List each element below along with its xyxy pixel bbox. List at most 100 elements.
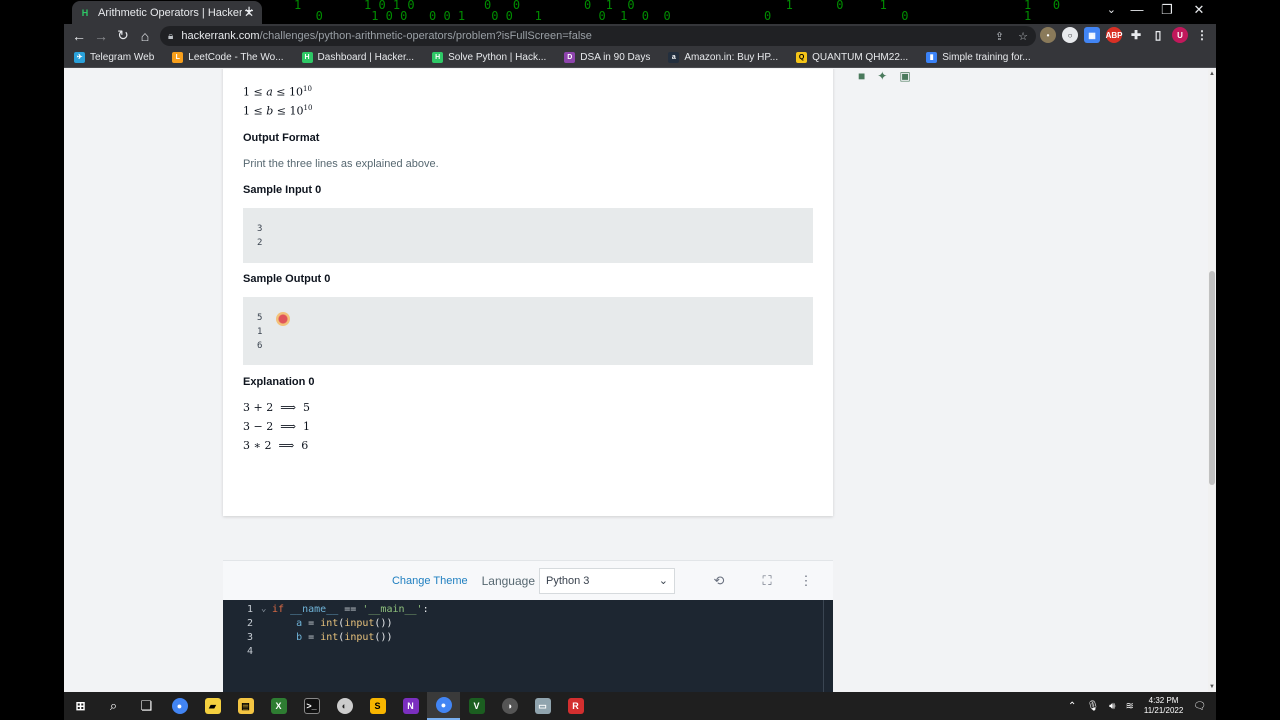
excel-icon: X [270,698,287,714]
linkedin-icon[interactable]: ▣ [899,69,910,83]
share-links: ■ ✦ ▣ [858,69,911,83]
language-label: Language [481,573,535,588]
clock[interactable]: 4:32 PM 11/21/2022 [1144,696,1183,716]
app-icon: ◐ [336,698,353,714]
menu-kebab-icon[interactable]: ⋮ [1194,27,1210,43]
start-button[interactable]: ⊞ [64,692,97,720]
sample-input-block: 3 2 [243,208,813,263]
problem-card: 1 ≤ a ≤ 1010 1 ≤ b ≤ 1010 Output Format … [223,69,833,516]
adblock-icon[interactable]: ABP [1106,27,1122,43]
microphone-icon[interactable]: 🎙︎ [1086,701,1099,712]
reload-icon[interactable]: ↻ [112,27,134,44]
taskbar-app[interactable]: R [559,692,592,720]
letterbox-left [0,0,64,720]
sidepanel-icon[interactable]: ▯ [1150,27,1166,43]
language-select[interactable]: Python 3 ⌄ [539,567,675,594]
avatar[interactable]: U [1172,27,1188,43]
close-window-button[interactable]: ✕ [1184,2,1214,18]
extension-icon[interactable]: ○ [1062,27,1078,43]
maximize-button[interactable]: ❐ [1152,2,1182,18]
bookmark-item[interactable]: ▮ Simple training for... [926,51,1031,63]
matrix-wallpaper: 1 0 1 0 1 0 0 0 0 1 [364,0,466,23]
extension-icon[interactable]: ▦ [1084,27,1100,43]
scrollbar-thumb[interactable] [1209,271,1215,485]
extensions-area: • ○ ▦ ABP ✚ ▯ U ⋮ [1040,27,1210,43]
language-value: Python 3 [546,574,590,587]
new-tab-button[interactable]: + [240,3,258,21]
taskbar-app[interactable]: ▭ [526,692,559,720]
taskbar-app[interactable]: S [361,692,394,720]
volume-icon[interactable]: 🔊︎ [1109,701,1115,712]
bookmark-icon: H [432,51,444,63]
more-options-icon[interactable]: ⋮ [791,573,821,589]
address-bar[interactable]: 🔒︎ hackerrank.com /challenges/python-ari… [160,26,1036,46]
history-icon[interactable]: ⟲ [695,573,743,589]
scroll-down-arrow-icon[interactable]: ▼ [1208,684,1216,690]
scroll-up-arrow-icon[interactable]: ▲ [1208,71,1216,77]
code-editor[interactable]: 1 ⌄ if __name__ == '__main__': 2 a = int… [223,600,833,692]
chrome-icon: ● [435,697,452,713]
bookmark-item[interactable]: a Amazon.in: Buy HP... [668,51,778,63]
clock-time: 4:32 PM [1148,696,1179,705]
bookmark-icon: ▮ [926,51,938,63]
page-scrollbar[interactable]: ▲ ▼ [1208,69,1216,692]
facebook-icon[interactable]: ■ [858,69,865,83]
wifi-icon[interactable]: ≋ [1125,701,1133,712]
twitter-icon[interactable]: ✦ [877,69,887,83]
line-number: 1 [246,604,253,615]
change-theme-link[interactable]: Change Theme [392,575,468,587]
fold-chevron-icon[interactable]: ⌄ [261,604,266,614]
line-number: 2 [246,618,253,629]
bookmark-item[interactable]: D DSA in 90 Days [564,51,650,63]
bookmark-star-icon[interactable]: ☆ [1018,30,1028,43]
matrix-wallpaper: 1 0 1 [1024,0,1061,23]
fullscreen-icon[interactable]: ⛶ [743,573,791,589]
extension-icon[interactable]: • [1040,27,1056,43]
bookmark-item[interactable]: H Dashboard | Hacker... [301,51,414,63]
hackerrank-icon: H [81,7,89,18]
bookmark-item[interactable]: L LeetCode - The Wo... [172,51,284,63]
line-number: 3 [246,632,253,643]
lock-icon: 🔒︎ [168,30,174,42]
toolbar: ← → ↻ ⌂ 🔒︎ hackerrank.com /challenges/py… [64,24,1216,47]
explanation-line: 3 ∗ 2 ⟹ 6 [243,439,309,452]
taskbar-app[interactable]: ▰ [196,692,229,720]
taskbar-app[interactable]: ▤ [229,692,262,720]
editor-scrollbar[interactable] [823,600,833,692]
minimize-button[interactable]: — [1122,2,1152,17]
chrome-icon: ● [171,698,188,714]
taskbar-app[interactable]: N [394,692,427,720]
taskbar: ⊞ ⌕ ❏ ● ▰ ▤ X >_ ◐ S N ● V ◑ ▭ R ⌃ 🎙︎ 🔊︎… [64,692,1216,720]
bookmark-item[interactable]: ✈ Telegram Web [74,51,154,63]
notification-icon[interactable]: 🗨︎ [1193,701,1206,712]
search-button[interactable]: ⌕ [97,692,130,720]
forward-arrow-icon[interactable]: → [90,28,112,44]
taskbar-app[interactable]: >_ [295,692,328,720]
constraint-a: 1 ≤ a ≤ 1010 [243,85,312,99]
puzzle-icon[interactable]: ✚ [1128,27,1144,43]
home-icon[interactable]: ⌂ [134,28,156,44]
tab-title: Arithmetic Operators | HackerRank [98,6,242,19]
task-view-button[interactable]: ❏ [130,692,163,720]
taskbar-app[interactable]: ◑ [493,692,526,720]
taskbar-app[interactable]: X [262,692,295,720]
vim-icon: V [468,698,485,714]
back-arrow-icon[interactable]: ← [68,28,90,44]
matrix-wallpaper: 0 0 0 0 1 [484,0,542,23]
taskbar-app[interactable]: ◐ [328,692,361,720]
output-format-text: Print the three lines as explained above… [243,158,439,170]
output-format-heading: Output Format [243,132,320,144]
bookmark-item[interactable]: H Solve Python | Hack... [432,51,546,63]
sample-input-line: 2 [257,238,263,248]
taskbar-app-active[interactable]: ● [427,692,460,720]
bookmark-item[interactable]: Q QUANTUM QHM22... [796,51,908,63]
chevron-up-icon[interactable]: ⌃ [1068,701,1076,712]
share-icon[interactable]: ⇪ [995,30,1004,43]
notepad-icon: ▭ [534,698,551,714]
search-icon: ⌕ [109,698,118,713]
tab-search-icon[interactable]: ⌄ [1107,3,1116,16]
tab-active[interactable]: H Arithmetic Operators | HackerRank ✕ [72,1,262,24]
taskbar-app[interactable]: ● [163,692,196,720]
chevron-down-icon: ⌄ [658,575,668,587]
taskbar-app[interactable]: V [460,692,493,720]
